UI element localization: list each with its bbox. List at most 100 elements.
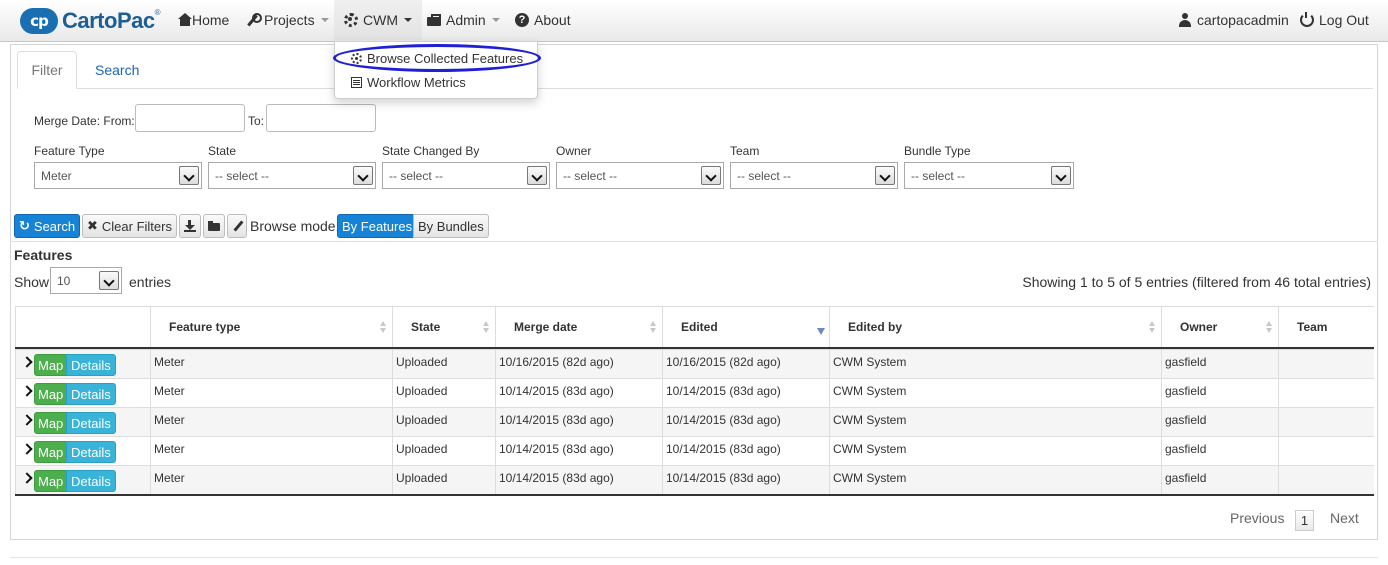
- chevron-right-icon[interactable]: [21, 414, 33, 426]
- open-folder-button[interactable]: [203, 214, 225, 238]
- state-changed-by-select[interactable]: -- select --: [382, 162, 550, 189]
- merge-date-from-input[interactable]: [135, 104, 245, 132]
- state-select[interactable]: -- select --: [208, 162, 376, 189]
- chevron-down-icon: [875, 166, 895, 185]
- bundle-type-select[interactable]: -- select --: [904, 162, 1074, 189]
- merge-date-to-input[interactable]: [266, 104, 376, 132]
- table-cell-edited: 10/14/2015 (83d ago): [662, 379, 829, 407]
- logo-mark: cp: [20, 8, 58, 34]
- entries-label: entries: [129, 274, 172, 290]
- chevron-down-icon: [179, 166, 199, 185]
- state-value: -- select --: [215, 168, 269, 183]
- table-cell-owner: gasfield: [1161, 350, 1278, 378]
- chevron-down-icon: [527, 166, 547, 185]
- table-cell-feature-type: Meter: [150, 466, 392, 494]
- table-cell-edited: 10/14/2015 (83d ago): [662, 466, 829, 494]
- nav-projects[interactable]: Projects: [245, 0, 329, 40]
- feature-type-select[interactable]: Meter: [34, 162, 202, 189]
- tab-filter[interactable]: Filter: [17, 51, 77, 89]
- chevron-down-icon: [320, 18, 329, 22]
- nav-home[interactable]: Home: [173, 0, 229, 40]
- row-actions: Map Details: [15, 408, 150, 436]
- chevron-right-icon[interactable]: [21, 443, 33, 455]
- state-changed-by-label: State Changed By: [382, 144, 480, 158]
- by-bundles-toggle[interactable]: By Bundles: [413, 214, 489, 238]
- map-button[interactable]: Map: [34, 470, 68, 492]
- clear-filters-button[interactable]: ✖ Clear Filters: [82, 214, 177, 238]
- column-state[interactable]: State: [392, 307, 495, 347]
- team-label: Team: [730, 144, 760, 158]
- nav-about[interactable]: ? About: [515, 0, 571, 40]
- nav-cwm[interactable]: CWM: [334, 0, 422, 40]
- nav-about-label: About: [534, 12, 571, 28]
- map-button[interactable]: Map: [34, 441, 68, 463]
- table-cell-edited: 10/16/2015 (82d ago): [662, 350, 829, 378]
- pagination-previous[interactable]: Previous: [1230, 510, 1284, 526]
- table-body: Map Details Meter Uploaded 10/16/2015 (82d a…: [15, 349, 1374, 494]
- nav-cwm-label: CWM: [363, 12, 398, 28]
- table-cell-merge-date: 10/16/2015 (82d ago): [495, 350, 662, 378]
- sort-icon: [1149, 321, 1155, 335]
- column-feature-type[interactable]: Feature type: [150, 307, 392, 347]
- table-cell-state: Uploaded: [392, 437, 495, 465]
- table-cell-state: Uploaded: [392, 408, 495, 436]
- table-cell-merge-date: 10/14/2015 (83d ago): [495, 466, 662, 494]
- details-button[interactable]: Details: [66, 412, 116, 434]
- nav-user[interactable]: cartopacadmin: [1178, 0, 1289, 40]
- pagination-current-page[interactable]: 1: [1295, 510, 1314, 531]
- team-select[interactable]: -- select --: [730, 162, 898, 189]
- menu-item-browse-collected-features[interactable]: Browse Collected Features: [351, 48, 523, 68]
- table-row: Map Details Meter Uploaded 10/14/2015 (83d a…: [15, 465, 1374, 494]
- details-button[interactable]: Details: [66, 470, 116, 492]
- chevron-down-icon: [1051, 166, 1071, 185]
- table-header: Feature type State Merge date Edited Edi…: [15, 307, 1374, 349]
- chevron-down-icon: [353, 166, 373, 185]
- details-button[interactable]: Details: [66, 441, 116, 463]
- chevron-right-icon[interactable]: [21, 385, 33, 397]
- sort-desc-icon: [817, 321, 825, 335]
- column-merge-date[interactable]: Merge date: [495, 307, 662, 347]
- by-features-toggle[interactable]: By Features: [337, 214, 418, 238]
- table-cell-edited-by: CWM System: [829, 350, 1161, 378]
- menu-item-label: Browse Collected Features: [367, 50, 524, 66]
- column-team[interactable]: Team: [1278, 307, 1374, 347]
- brand-logo[interactable]: cp CartoPac®: [20, 6, 161, 36]
- map-button[interactable]: Map: [34, 383, 68, 405]
- pagination-next[interactable]: Next: [1330, 510, 1359, 526]
- column-edited[interactable]: Edited: [662, 307, 829, 347]
- map-button[interactable]: Map: [34, 412, 68, 434]
- column-edited-by[interactable]: Edited by: [829, 307, 1161, 347]
- table-cell-merge-date: 10/14/2015 (83d ago): [495, 437, 662, 465]
- close-icon: ✖: [87, 218, 98, 233]
- chevron-right-icon[interactable]: [21, 472, 33, 484]
- map-button[interactable]: Map: [34, 354, 68, 376]
- nav-logout[interactable]: Log Out: [1300, 0, 1369, 40]
- owner-select[interactable]: -- select --: [556, 162, 724, 189]
- tools-button[interactable]: [227, 214, 247, 238]
- nav-admin[interactable]: Admin: [427, 0, 500, 40]
- user-icon: [1178, 13, 1192, 27]
- chevron-right-icon[interactable]: [21, 356, 33, 368]
- chevron-down-icon: [404, 18, 412, 22]
- table-cell-edited-by: CWM System: [829, 437, 1161, 465]
- details-button[interactable]: Details: [66, 383, 116, 405]
- bundle-type-value: -- select --: [911, 168, 965, 183]
- download-button[interactable]: [179, 214, 201, 238]
- sort-icon: [483, 321, 489, 335]
- nav-home-label: Home: [192, 12, 230, 28]
- wrench-icon: [245, 13, 262, 27]
- brand-name: CartoPac®: [62, 8, 161, 33]
- table-cell-owner: gasfield: [1161, 379, 1278, 407]
- state-label: State: [208, 144, 237, 158]
- table-cell-edited-by: CWM System: [829, 466, 1161, 494]
- table-cell-edited-by: CWM System: [829, 408, 1161, 436]
- page-size-select[interactable]: 10: [50, 267, 122, 294]
- menu-item-workflow-metrics[interactable]: Workflow Metrics: [351, 72, 466, 92]
- tab-search[interactable]: Search: [81, 51, 153, 89]
- table-cell-feature-type: Meter: [150, 350, 392, 378]
- search-button[interactable]: ↻ Search: [14, 214, 81, 238]
- details-button[interactable]: Details: [66, 354, 116, 376]
- bundle-type-label: Bundle Type: [904, 144, 971, 158]
- row-actions: Map Details: [15, 350, 150, 378]
- column-owner[interactable]: Owner: [1161, 307, 1278, 347]
